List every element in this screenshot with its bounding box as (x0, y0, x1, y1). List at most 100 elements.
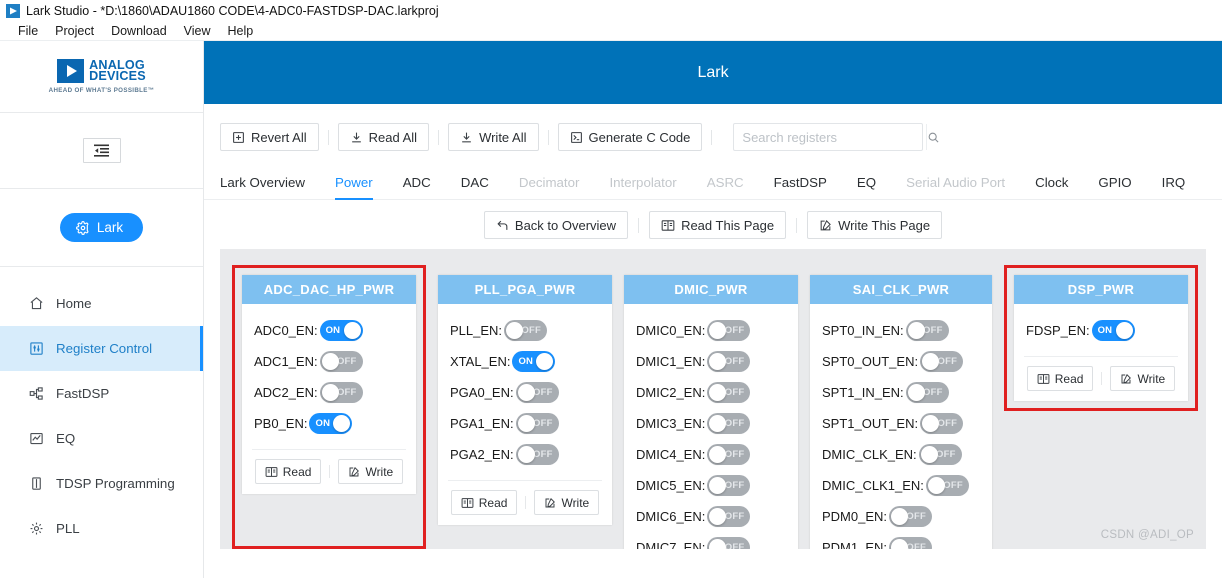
revert-all-button[interactable]: Revert All (220, 123, 319, 151)
register-toggle[interactable]: OFF (707, 382, 751, 403)
register-toggle[interactable]: OFF (889, 537, 933, 549)
register-toggle[interactable]: OFF (920, 413, 964, 434)
register-toggle[interactable]: ON (309, 413, 353, 434)
register-toggle[interactable]: OFF (707, 413, 751, 434)
toggle-knob (927, 477, 945, 494)
register-toggle[interactable]: OFF (319, 351, 363, 372)
generate-c-code-button[interactable]: Generate C Code (557, 123, 703, 151)
back-to-overview-button[interactable]: Back to Overview (483, 211, 629, 239)
toggle-knob (709, 322, 727, 339)
register-toggle[interactable]: OFF (319, 382, 363, 403)
register-label: DMIC2_EN: (636, 385, 706, 400)
menu-item-project[interactable]: Project (55, 24, 94, 38)
sidebar-item-home[interactable]: Home (0, 281, 203, 326)
analog-devices-triangle-icon (57, 59, 85, 83)
plus-square-icon (232, 131, 245, 144)
register-label: DMIC7_EN: (636, 540, 706, 549)
tab-dac[interactable]: DAC (446, 175, 504, 199)
register-row: PGA1_EN: OFF (438, 408, 612, 439)
register-label: DMIC_CLK_EN: (822, 447, 917, 462)
card-registers: DMIC0_EN: OFF DMIC1_EN: OFF DMIC2_EN: OF… (624, 304, 798, 549)
sidebar-item-tdsp-programming[interactable]: TDSP Programming (0, 461, 203, 506)
book-icon (1037, 373, 1050, 385)
register-label: ADC0_EN: (254, 323, 318, 338)
card-write-button[interactable]: Write (534, 490, 600, 515)
tab-power[interactable]: Power (320, 175, 388, 200)
register-toggle[interactable]: ON (1091, 320, 1135, 341)
register-row: ADC1_EN: OFF (242, 346, 416, 377)
search-icon[interactable] (926, 124, 940, 150)
page-title: Lark (697, 63, 729, 81)
read-all-button[interactable]: Read All (337, 123, 430, 151)
tab-fastdsp[interactable]: FastDSP (759, 175, 842, 199)
register-toggle[interactable]: OFF (905, 320, 949, 341)
register-toggle[interactable]: OFF (707, 444, 751, 465)
tab-gpio[interactable]: GPIO (1083, 175, 1146, 199)
back-to-overview-label: Back to Overview (514, 217, 617, 233)
register-toggle[interactable]: OFF (707, 475, 751, 496)
register-toggle[interactable]: OFF (707, 506, 751, 527)
register-toggle[interactable]: ON (319, 320, 363, 341)
register-toggle[interactable]: OFF (920, 351, 964, 372)
home-icon (28, 296, 44, 311)
menu-item-file[interactable]: File (18, 24, 38, 38)
register-toggle[interactable]: ON (512, 351, 556, 372)
menu-item-view[interactable]: View (184, 24, 211, 38)
read-this-page-label: Read This Page (681, 217, 775, 233)
tab-eq[interactable]: EQ (842, 175, 891, 199)
read-this-page-button[interactable]: Read This Page (649, 211, 787, 239)
toggle-knob (321, 353, 339, 370)
window-title-bar: Lark Studio - *D:\1860\ADAU1860 CODE\4-A… (0, 0, 1222, 22)
card-read-button[interactable]: Read (254, 459, 322, 484)
card-write-button[interactable]: Write (1110, 366, 1176, 391)
sidebar-item-fastdsp[interactable]: FastDSP (0, 371, 203, 416)
register-toggle[interactable]: OFF (707, 537, 751, 549)
tab-lark-overview[interactable]: Lark Overview (220, 175, 320, 199)
card-write-button[interactable]: Write (338, 459, 404, 484)
card-write-label: Write (561, 495, 590, 510)
card-read-button[interactable]: Read (450, 490, 518, 515)
register-row: DMIC1_EN: OFF (624, 346, 798, 377)
card-footer: Read Write (252, 449, 406, 494)
register-row: PDM0_EN: OFF (810, 501, 992, 532)
watermark: CSDN @ADI_OP (1100, 529, 1194, 541)
menu-item-help[interactable]: Help (228, 24, 254, 38)
card-read-button[interactable]: Read (1026, 366, 1094, 391)
chart-icon (28, 431, 44, 446)
sidebar-item-register-control[interactable]: Register Control (0, 326, 203, 371)
page-action-bar: Back to Overview Read This Page Write Th… (204, 209, 1222, 241)
brand-logo: ANALOG DEVICES AHEAD OF WHAT'S POSSIBLE™ (0, 41, 203, 113)
window-title: Lark Studio - *D:\1860\ADAU1860 CODE\4-A… (26, 4, 439, 18)
search-registers-box[interactable] (733, 123, 939, 151)
register-row: PGA2_EN: OFF (438, 439, 612, 470)
register-toggle[interactable]: OFF (504, 320, 548, 341)
sidebar-item-pll[interactable]: PLL (0, 506, 203, 551)
sidebar-item-label: TDSP Programming (56, 476, 175, 491)
tab-irq[interactable]: IRQ (1147, 175, 1201, 199)
tab-adc[interactable]: ADC (388, 175, 446, 199)
write-all-button[interactable]: Write All (448, 123, 539, 151)
register-toggle[interactable]: OFF (918, 444, 962, 465)
register-toggle[interactable]: OFF (905, 382, 949, 403)
sidebar-item-eq[interactable]: EQ (0, 416, 203, 461)
collapse-sidebar-button[interactable] (82, 138, 121, 163)
register-toggle[interactable]: OFF (889, 506, 933, 527)
register-toggle[interactable]: OFF (925, 475, 969, 496)
register-label: ADC1_EN: (254, 354, 318, 369)
register-toggle[interactable]: OFF (707, 320, 751, 341)
register-toggle[interactable]: OFF (515, 413, 559, 434)
register-toggle[interactable]: OFF (515, 444, 559, 465)
toolbar-divider (711, 129, 713, 145)
device-button-lark[interactable]: Lark (59, 213, 144, 242)
search-input[interactable] (734, 129, 927, 145)
nodes-icon (28, 386, 44, 401)
sidebar-item-label: EQ (56, 431, 76, 446)
register-toggle[interactable]: OFF (515, 382, 559, 403)
write-this-page-button[interactable]: Write This Page (807, 211, 943, 239)
tab-clock[interactable]: Clock (1020, 175, 1083, 199)
register-card-pll-pga-pwr: PLL_PGA_PWR PLL_EN: OFF XTAL_EN: ON PGA0… (438, 275, 612, 525)
register-toggle[interactable]: OFF (707, 351, 751, 372)
register-row: DMIC6_EN: OFF (624, 501, 798, 532)
sidebar: ANALOG DEVICES AHEAD OF WHAT'S POSSIBLE™ (0, 41, 204, 578)
menu-item-download[interactable]: Download (111, 24, 167, 38)
